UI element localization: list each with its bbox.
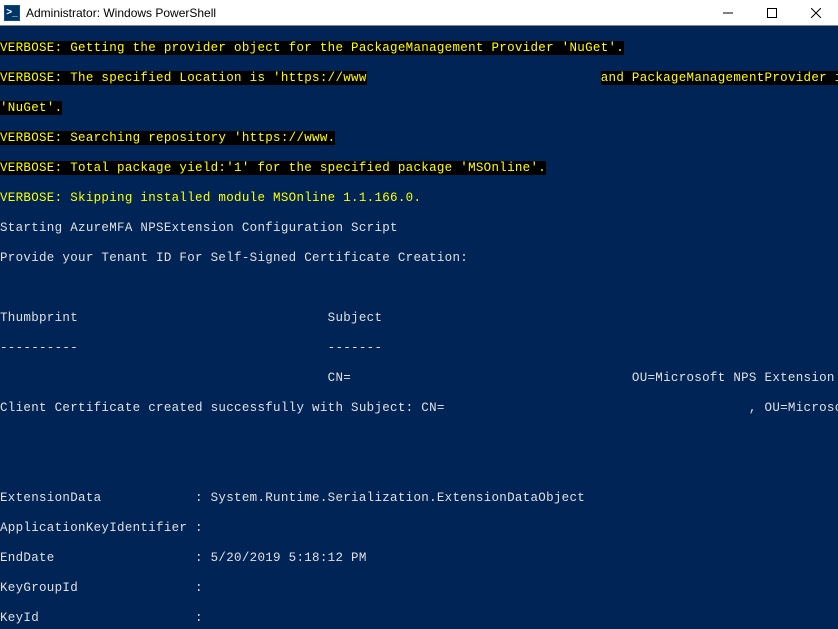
kv-line: ApplicationKeyIdentifier :	[0, 521, 838, 536]
close-icon	[811, 8, 821, 18]
verbose-line: VERBOSE: Searching repository 'https://w…	[0, 131, 335, 145]
titlebar-left: >_ Administrator: Windows PowerShell	[4, 5, 216, 21]
table-divider: ---------- -------	[0, 341, 838, 356]
minimize-button[interactable]	[706, 0, 750, 25]
table-row: CN= OU=Microsoft NPS Extension	[0, 371, 838, 386]
window-title: Administrator: Windows PowerShell	[26, 6, 216, 20]
verbose-line: VERBOSE: Getting the provider object for…	[0, 41, 624, 55]
terminal-output[interactable]: VERBOSE: Getting the provider object for…	[0, 26, 838, 629]
verbose-line: and PackageManagementProvider is	[601, 71, 838, 85]
kv-line: KeyGroupId :	[0, 581, 838, 596]
close-button[interactable]	[794, 0, 838, 25]
table-header: Thumbprint Subject	[0, 311, 838, 326]
verbose-line: 'NuGet'.	[0, 101, 62, 115]
kv-line: KeyId :	[0, 611, 838, 626]
output-line: Client Certificate created successfully …	[0, 401, 445, 415]
output-line: Provide your Tenant ID For Self-Signed C…	[0, 251, 838, 266]
maximize-icon	[767, 8, 777, 18]
verbose-line: VERBOSE: The specified Location is 'http…	[0, 71, 367, 85]
maximize-button[interactable]	[750, 0, 794, 25]
powershell-icon: >_	[4, 5, 20, 21]
output-line: Starting AzureMFA NPSExtension Configura…	[0, 221, 838, 236]
verbose-line: VERBOSE: Skipping installed module MSOnl…	[0, 191, 421, 205]
window-titlebar: >_ Administrator: Windows PowerShell	[0, 0, 838, 26]
output-line: , OU=Microsoft NPS Extensio	[749, 401, 838, 415]
kv-line: ExtensionData : System.Runtime.Serializa…	[0, 491, 838, 506]
minimize-icon	[723, 8, 733, 18]
window-controls	[706, 0, 838, 25]
kv-line: EndDate : 5/20/2019 5:18:12 PM	[0, 551, 838, 566]
verbose-line: VERBOSE: Total package yield:'1' for the…	[0, 161, 546, 175]
